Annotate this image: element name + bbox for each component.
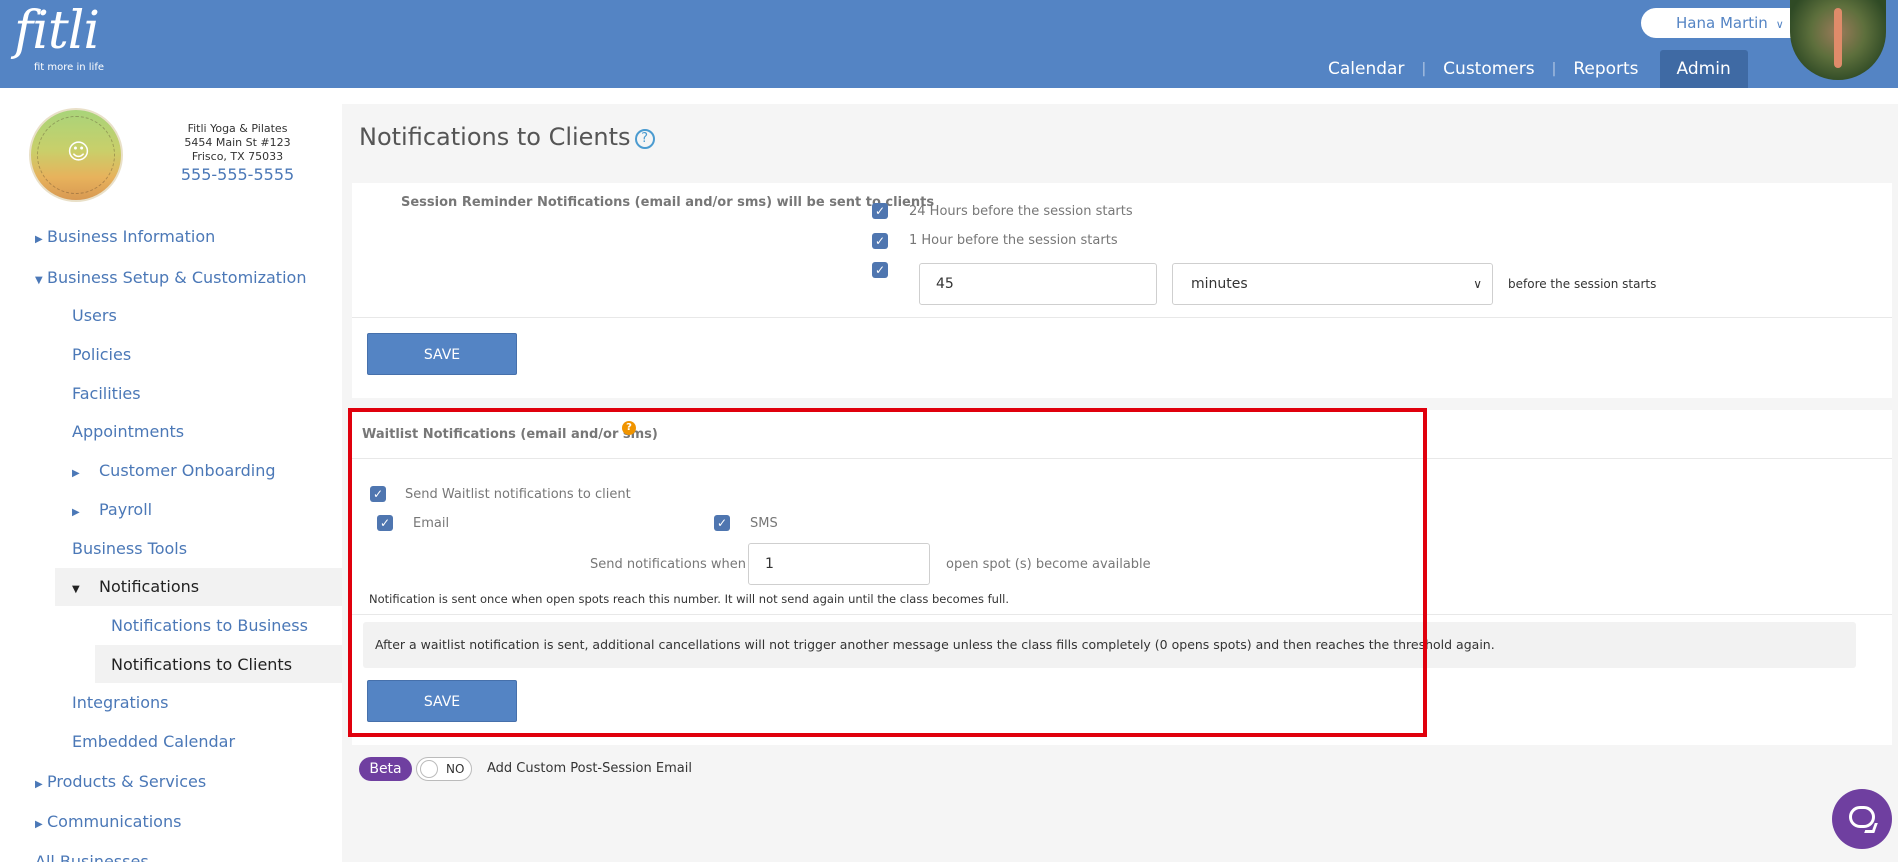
sidebar-item-communications[interactable]: ▶ Communications: [35, 812, 181, 831]
reminder-custom-checkbox[interactable]: ✓: [872, 262, 888, 278]
nav-calendar[interactable]: Calendar: [1311, 50, 1421, 88]
caret-down-icon: ▼: [72, 584, 80, 595]
top-header: fitli fit more in life Hana Martin ∨ Cale…: [0, 0, 1898, 88]
sidebar-item-business-tools[interactable]: Business Tools: [72, 539, 187, 558]
business-logo: ☺: [29, 108, 123, 202]
beta-badge: Beta: [359, 757, 412, 781]
sidebar-item-integrations[interactable]: Integrations: [72, 693, 169, 712]
sidebar-item-notifications-to-clients[interactable]: Notifications to Clients: [111, 655, 292, 674]
business-name: Fitli Yoga & Pilates: [187, 122, 288, 135]
sidebar-item-appointments[interactable]: Appointments: [72, 422, 184, 441]
sidebar-item-products-services[interactable]: ▶ Products & Services: [35, 772, 206, 791]
sidebar-item-notifications[interactable]: ▼ Notifications: [72, 577, 199, 596]
sidebar-item-customer-onboarding[interactable]: ▶ Customer Onboarding: [72, 461, 275, 480]
sidebar-item-facilities[interactable]: Facilities: [72, 384, 141, 403]
caret-right-icon: ▶: [35, 234, 43, 245]
nav-admin[interactable]: Admin: [1659, 50, 1748, 88]
help-icon[interactable]: ?: [634, 129, 655, 149]
sidebar-item-notifications-to-business[interactable]: Notifications to Business: [111, 616, 308, 635]
business-address: Fitli Yoga & Pilates 5454 Main St #123 F…: [160, 122, 315, 164]
post-session-toggle[interactable]: NO: [416, 757, 472, 781]
reminder-24h-checkbox[interactable]: ✓: [872, 203, 888, 219]
sidebar-item-embedded-calendar[interactable]: Embedded Calendar: [72, 732, 235, 751]
user-name: Hana Martin: [1676, 14, 1768, 32]
sidebar-item-users[interactable]: Users: [72, 306, 117, 325]
user-menu-button[interactable]: Hana Martin ∨: [1641, 8, 1815, 38]
sidebar-item-all-businesses[interactable]: All Businesses: [35, 852, 149, 862]
business-address-line2: Frisco, TX 75033: [191, 150, 284, 163]
toggle-state-text: NO: [446, 762, 465, 776]
divider: [352, 317, 1892, 318]
nav-customers[interactable]: Customers: [1426, 50, 1551, 88]
chevron-down-icon: ∨: [1473, 277, 1482, 291]
sidebar-item-policies[interactable]: Policies: [72, 345, 131, 364]
caret-right-icon: ▶: [72, 507, 80, 518]
logo-text: fitli: [14, 1, 100, 61]
caret-right-icon: ▶: [35, 819, 43, 830]
caret-down-icon: ▼: [35, 275, 43, 286]
yoga-figure-icon: ☺: [67, 140, 90, 165]
save-reminders-button[interactable]: SAVE: [367, 333, 517, 375]
sidebar-item-payroll[interactable]: ▶ Payroll: [72, 500, 152, 519]
reminder-1h-checkbox[interactable]: ✓: [872, 233, 888, 249]
toggle-knob: [420, 760, 438, 778]
reminder-custom-value-input[interactable]: 45: [919, 263, 1157, 305]
main-nav: Calendar | Customers | Reports Admin: [1311, 50, 1748, 88]
business-address-line1: 5454 Main St #123: [184, 136, 291, 149]
nav-reports[interactable]: Reports: [1556, 50, 1655, 88]
sidebar-item-business-information[interactable]: ▶ Business Information: [35, 227, 215, 246]
post-session-label: Add Custom Post-Session Email: [487, 761, 692, 776]
sidebar-item-business-setup[interactable]: ▼ Business Setup & Customization: [35, 268, 306, 287]
chevron-down-icon: ∨: [1775, 18, 1784, 31]
business-phone[interactable]: 555-555-5555: [160, 165, 315, 184]
reminder-custom-suffix: before the session starts: [1508, 277, 1657, 291]
fitli-logo[interactable]: fitli fit more in life: [14, 1, 104, 73]
logo-tagline: fit more in life: [34, 62, 105, 73]
reminder-unit-select[interactable]: minutes ∨: [1172, 263, 1493, 305]
reminder-1h-label: 1 Hour before the session starts: [909, 233, 1118, 248]
reminder-24h-label: 24 Hours before the session starts: [909, 204, 1133, 219]
chat-button[interactable]: [1832, 789, 1892, 849]
highlight-frame: [348, 408, 1427, 737]
session-reminder-heading: Session Reminder Notifications (email an…: [401, 195, 935, 210]
avatar[interactable]: [1790, 0, 1886, 80]
caret-right-icon: ▶: [35, 779, 43, 790]
page-title: Notifications to Clients?: [359, 123, 655, 151]
caret-right-icon: ▶: [72, 468, 80, 479]
